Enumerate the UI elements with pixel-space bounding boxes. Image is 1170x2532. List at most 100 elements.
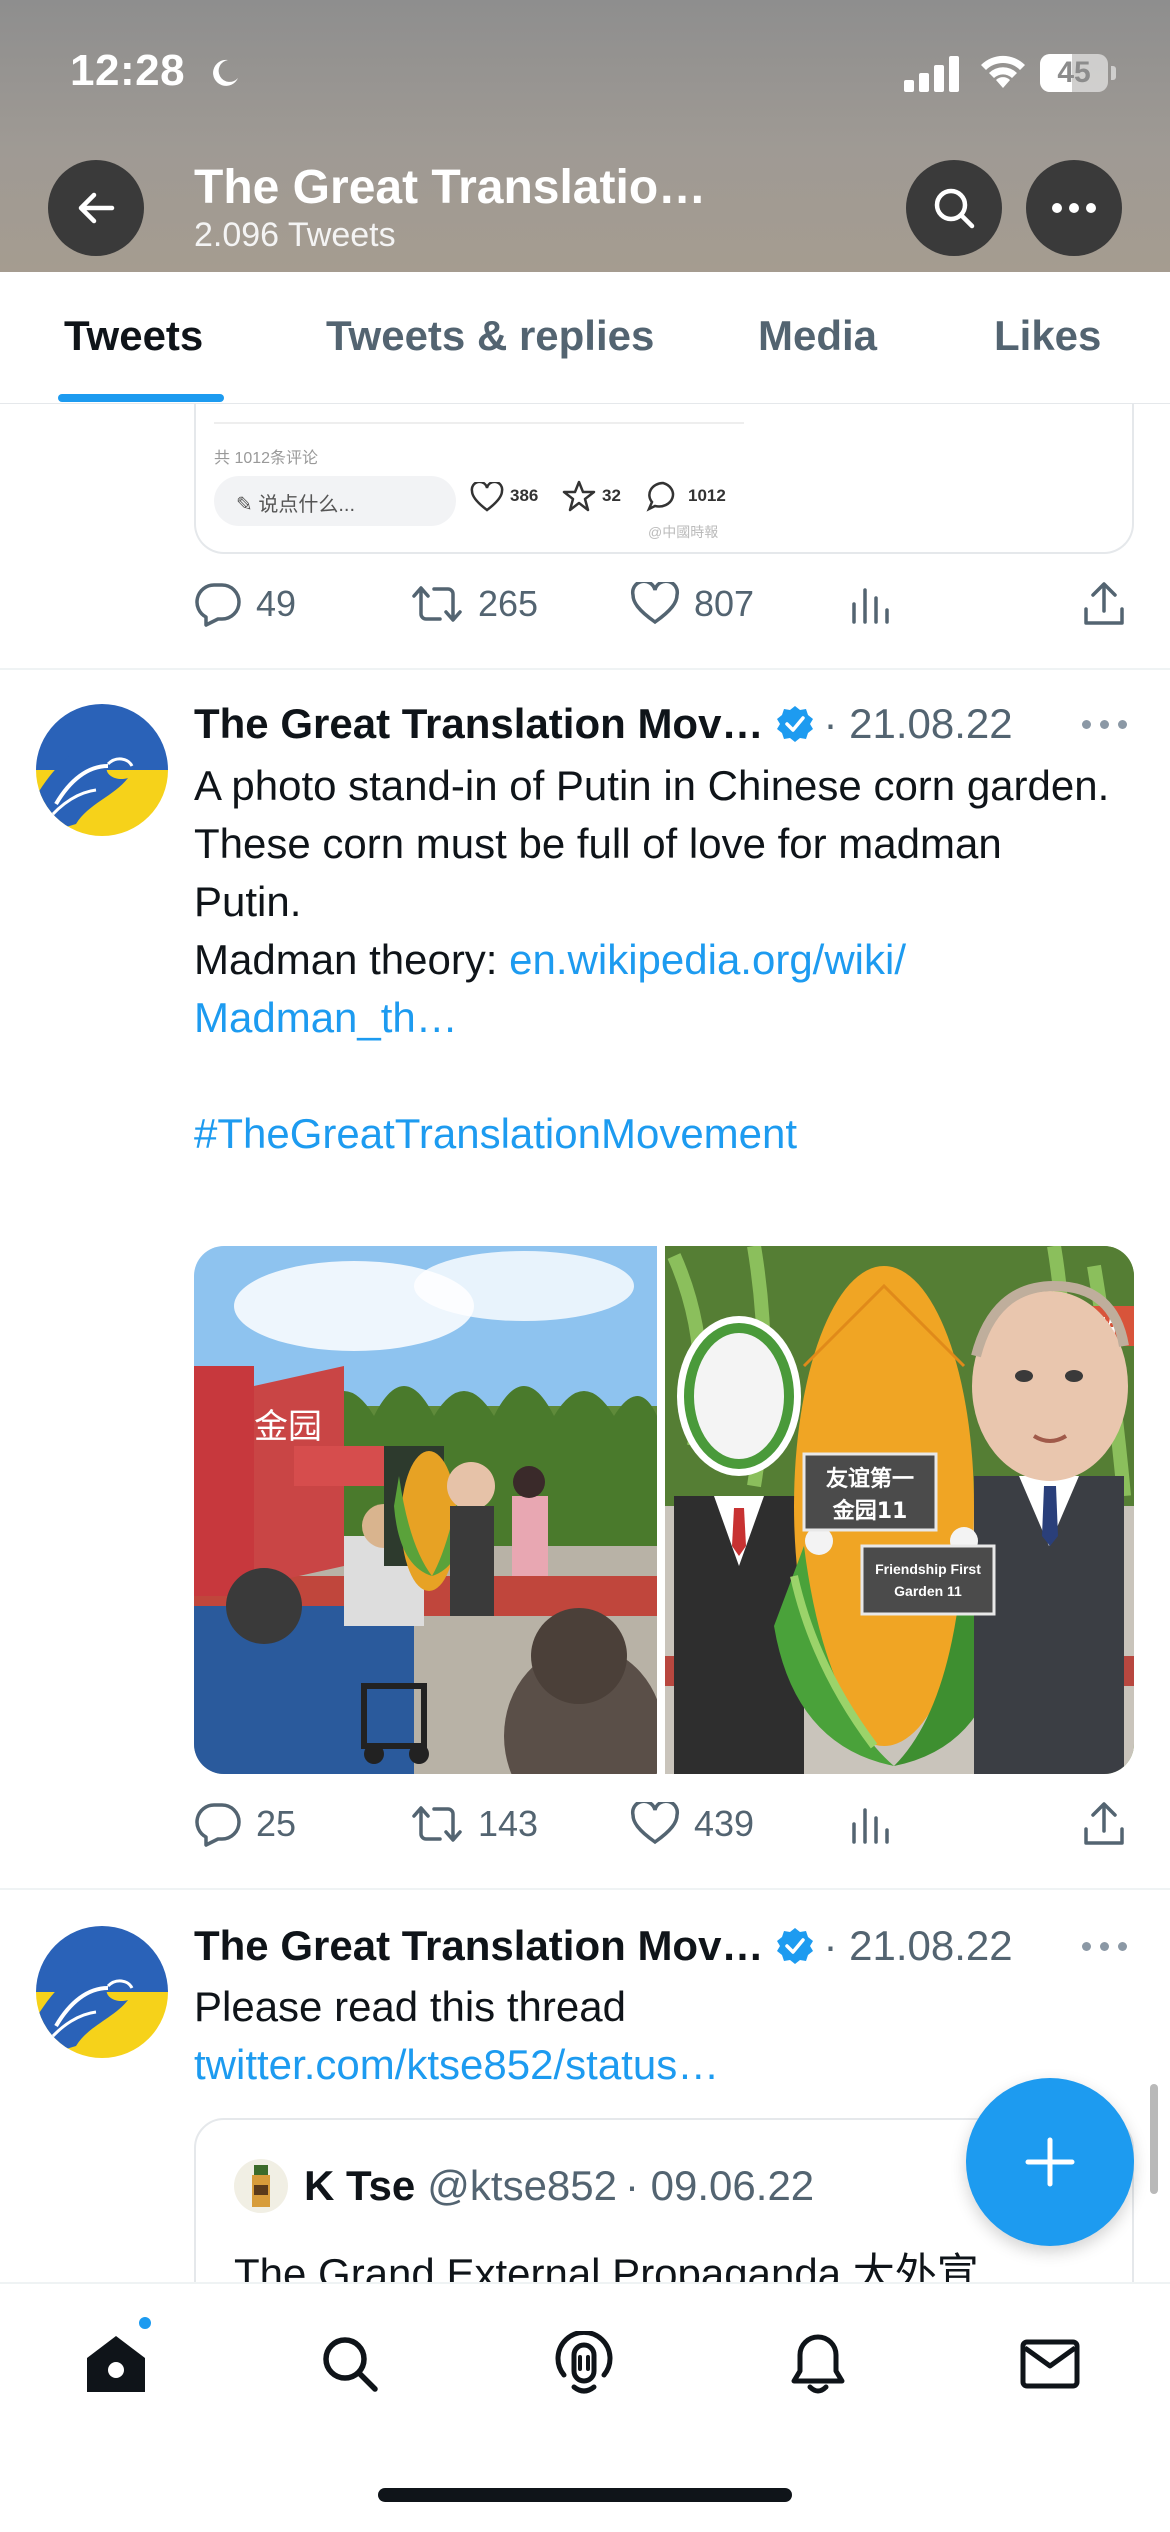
tab-media[interactable]: Media — [758, 312, 877, 360]
tweet-header: The Great Translation Mov… · 21.08.22 — [194, 696, 1013, 752]
tweet-count: 2.096 Tweets — [194, 216, 396, 254]
home-icon — [87, 2336, 145, 2392]
tab-likes[interactable]: Likes — [994, 312, 1101, 360]
scrollbar[interactable] — [1150, 2084, 1158, 2194]
tweet-date[interactable]: · 21.08.22 — [823, 700, 1012, 748]
tweet-text-line: These corn must be full of love for madm… — [194, 820, 1002, 925]
previous-tweet-media[interactable]: 共 1012条评论 ✎ 说点什么... 386 32 1012 @中國時報 — [194, 404, 1134, 554]
views-button[interactable] — [848, 1794, 892, 1854]
comments-count: 1012 — [688, 486, 726, 505]
search-icon — [934, 188, 975, 229]
heart-icon — [630, 582, 680, 625]
retweet-button[interactable]: 265 — [410, 574, 538, 634]
compose-tweet-button[interactable] — [966, 2078, 1134, 2246]
reply-icon — [195, 583, 241, 627]
heart-icon — [630, 1802, 680, 1845]
nav-spaces[interactable] — [544, 2324, 624, 2404]
messages-icon — [1020, 2339, 1080, 2389]
home-indicator — [378, 2488, 792, 2502]
divider — [0, 1888, 1170, 1890]
tab-tweets-and-replies[interactable]: Tweets & replies — [326, 312, 654, 360]
quoted-author-avatar — [234, 2159, 288, 2213]
stars-count: 32 — [602, 486, 621, 505]
search-icon — [323, 2337, 378, 2392]
like-count: 439 — [694, 1803, 755, 1844]
analytics-icon — [852, 588, 889, 624]
retweet-icon — [412, 1806, 462, 1842]
analytics-icon — [852, 1808, 889, 1844]
tweet-text-line: Please read this thread — [194, 1983, 626, 2030]
search-button[interactable] — [906, 160, 1002, 256]
tweet-text-line: Madman theory: — [194, 936, 510, 983]
tweet-date[interactable]: · 21.08.22 — [823, 1922, 1012, 1970]
svg-text:友谊第一: 友谊第一 — [826, 1466, 914, 1492]
spaces-icon — [555, 2331, 613, 2394]
like-count: 807 — [694, 583, 755, 624]
tweet-header: The Great Translation Mov… · 21.08.22 — [194, 1918, 1013, 1974]
like-button[interactable]: 439 — [630, 1794, 754, 1854]
photo-right: 株 友谊第一 金园11 — [665, 1246, 1134, 1774]
quoted-author-handle: @ktse852 — [427, 2162, 618, 2209]
reply-button[interactable]: 49 — [194, 574, 296, 634]
tweet-hashtag[interactable]: #TheGreatTranslationMovement — [194, 1105, 1114, 1163]
reply-button[interactable]: 25 — [194, 1794, 296, 1854]
views-button[interactable] — [848, 574, 892, 634]
retweet-count: 265 — [478, 583, 539, 624]
retweet-count: 143 — [478, 1803, 539, 1844]
battery-tip — [1111, 66, 1116, 80]
divider — [214, 422, 744, 424]
photo-left: 金园 — [194, 1246, 664, 1774]
tweet-body: A photo stand-in of Putin in Chinese cor… — [194, 757, 1114, 1163]
svg-text:金园11: 金园11 — [832, 1498, 908, 1524]
author-avatar[interactable] — [36, 704, 168, 836]
status-bar: 12:28 45 — [0, 0, 1170, 150]
profile-title: The Great Translatio… — [194, 161, 707, 214]
left-sign-text: 金园 — [254, 1407, 322, 1447]
tweet-photos: 金园 株 — [194, 1246, 1134, 1774]
battery-level: 45 — [1057, 56, 1091, 89]
quoted-author-name: K Tse — [304, 2162, 416, 2209]
share-button[interactable] — [1082, 1794, 1126, 1854]
share-button[interactable] — [1082, 574, 1126, 634]
retweet-button[interactable]: 143 — [410, 1794, 538, 1854]
wifi-icon — [981, 55, 1025, 88]
tweet-more-button[interactable] — [1082, 714, 1132, 734]
profile-header: 12:28 45 The Great Translatio… 2.096 Twe… — [0, 0, 1170, 272]
heart-icon — [470, 482, 504, 512]
quoted-tweet-header: K Tse @ktse852 · 09.06.22 — [234, 2156, 814, 2216]
tweet-text-line: A photo stand-in of Putin in Chinese cor… — [194, 762, 1110, 809]
svg-text:Friendship First: Friendship First — [875, 1561, 981, 1577]
tweet-more-button[interactable] — [1082, 1936, 1132, 1956]
nav-messages[interactable] — [1010, 2324, 1090, 2404]
tweet-body: Please read this thread twitter.com/ktse… — [194, 1978, 1114, 2094]
active-tab-indicator — [58, 394, 224, 402]
profile-tabs: Tweets Tweets & replies Media Likes — [0, 272, 1170, 404]
battery-icon: 45 — [1040, 54, 1108, 92]
like-button[interactable]: 807 — [630, 574, 754, 634]
more-options-button[interactable] — [1026, 160, 1122, 256]
tweet-media[interactable]: 金园 株 — [194, 1246, 1134, 1774]
tweet-actions: 49 265 807 — [194, 574, 1134, 634]
plus-icon — [1025, 2137, 1075, 2187]
share-icon — [1084, 1802, 1124, 1845]
back-button[interactable] — [48, 160, 144, 256]
more-horizontal-icon — [1052, 203, 1096, 213]
comment-count-text: 共 1012条评论 — [214, 450, 319, 467]
tab-tweets[interactable]: Tweets — [64, 312, 203, 360]
pencil-icon: ✎ — [236, 494, 259, 516]
reply-count: 25 — [256, 1803, 297, 1844]
nav-search[interactable] — [310, 2324, 390, 2404]
author-name[interactable]: The Great Translation Mov… — [194, 700, 763, 748]
author-name[interactable]: The Great Translation Mov… — [194, 1922, 763, 1970]
notifications-icon — [791, 2334, 845, 2394]
author-avatar[interactable] — [36, 1926, 168, 2058]
status-time: 12:28 — [70, 46, 186, 95]
nav-home[interactable] — [76, 2324, 156, 2404]
verified-badge-icon — [777, 1928, 814, 1964]
verified-badge-icon — [777, 706, 814, 742]
nav-notifications[interactable] — [778, 2324, 858, 2404]
share-icon — [1084, 582, 1124, 625]
watermark: @中國時報 — [648, 524, 719, 540]
focus-moon-icon — [210, 58, 240, 88]
tweet-link[interactable]: twitter.com/ktse852/status… — [194, 2036, 1114, 2094]
